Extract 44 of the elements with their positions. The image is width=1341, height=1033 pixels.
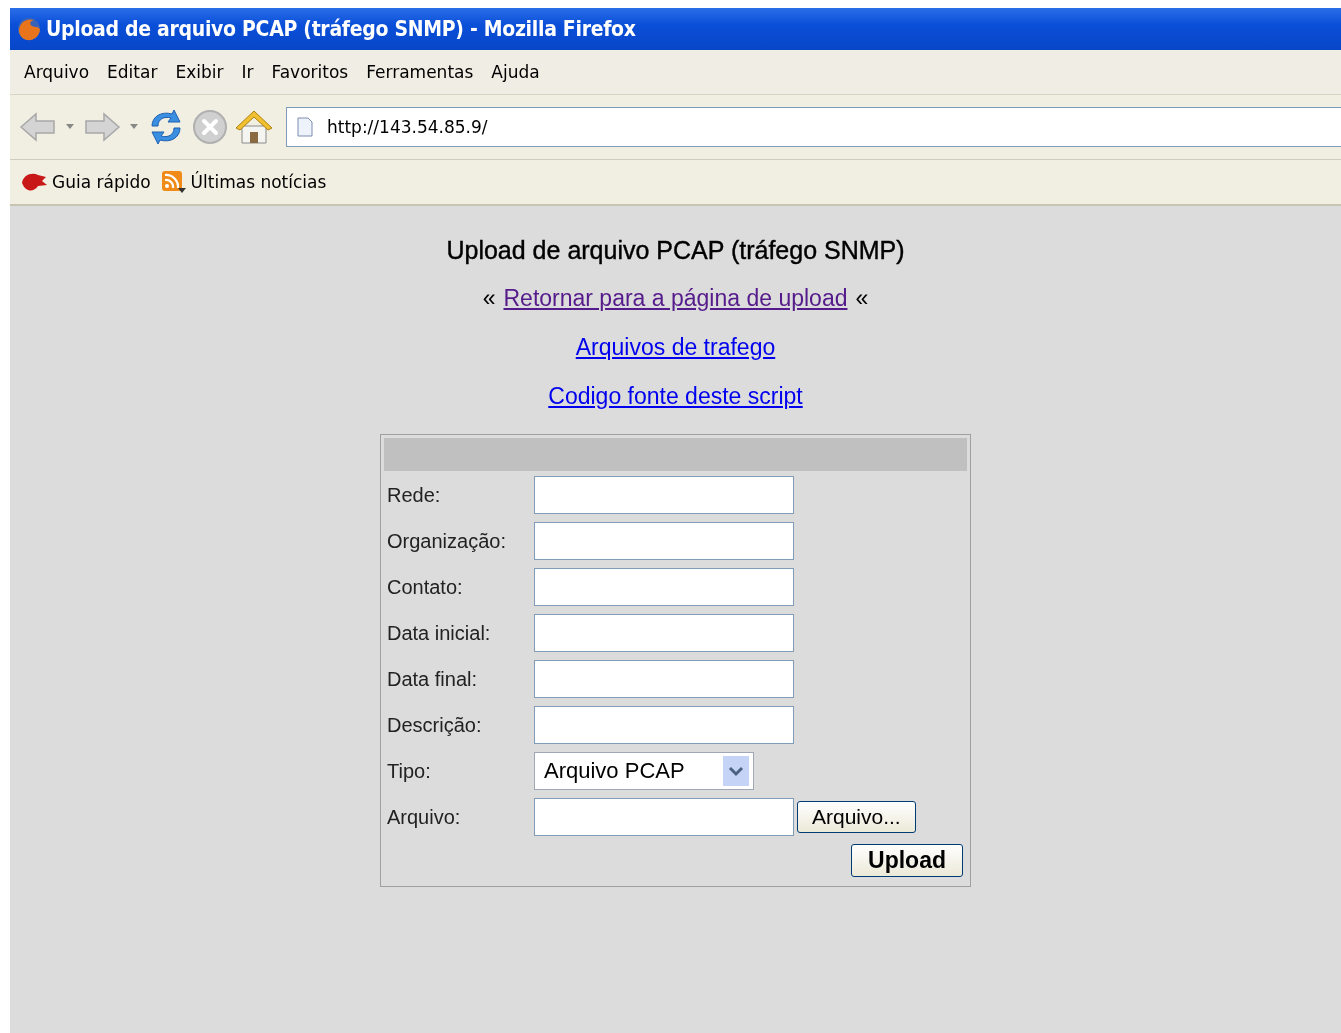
field-label: Contato: [386,575,464,599]
field-label: Tipo: [386,759,432,783]
text-field[interactable] [534,706,794,744]
menu-item[interactable]: Editar [101,62,170,82]
field-label: Arquivo: [386,805,462,829]
stop-icon[interactable] [192,109,228,145]
bookmark-link[interactable]: Guia rápido [52,172,151,192]
field-label: Data inicial: [386,621,492,645]
menu-item[interactable]: Exibir [169,62,236,82]
guillemet-mark: « [855,285,869,312]
menu-item[interactable]: Favoritos [265,62,361,82]
browse-button[interactable]: Arquivo... [797,801,916,833]
field-label: Organização: [386,529,507,553]
page-link[interactable]: Retornar para a página de upload [503,285,848,312]
dropdown-value: Arquivo PCAP [544,758,685,784]
upload-button[interactable]: Upload [851,844,963,877]
menu-item[interactable]: Ajuda [485,62,552,82]
browser-logo-icon [16,16,42,42]
window-title: Upload de arquivo PCAP (tráfego SNMP) - Mozilla Firefox [46,17,636,41]
guillemet-mark: « [482,285,496,312]
page-link[interactable]: Arquivos de trafego [575,334,776,361]
text-field[interactable] [534,614,794,652]
menu-item[interactable]: Arquivo [18,62,102,82]
menu-item[interactable]: Ferramentas [360,62,486,82]
type-dropdown[interactable]: Arquivo PCAP [534,752,754,790]
address-bar[interactable]: http://143.54.85.9/ [286,107,1341,147]
url-text: http://143.54.85.9/ [327,117,488,137]
menu-item[interactable]: Ir [235,62,266,82]
field-label: Rede: [386,483,442,507]
bookmark-link[interactable]: Últimas notícias [190,172,327,192]
text-field[interactable] [534,568,794,606]
file-path-field[interactable] [534,798,794,836]
rss-feed-icon[interactable] [160,170,187,194]
dropdown-caret-icon[interactable] [130,124,138,130]
page-link[interactable]: Codigo fonte deste script [548,383,803,410]
field-label: Descrição: [386,713,483,737]
text-field[interactable] [534,476,794,514]
text-field[interactable] [534,522,794,560]
field-label: Data final: [386,667,479,691]
home-icon[interactable] [234,108,274,146]
dropdown-caret-icon[interactable] [66,124,74,130]
page-icon [297,117,313,137]
page-heading: Upload de arquivo PCAP (tráfego SNMP) [446,236,905,265]
text-field[interactable] [534,660,794,698]
